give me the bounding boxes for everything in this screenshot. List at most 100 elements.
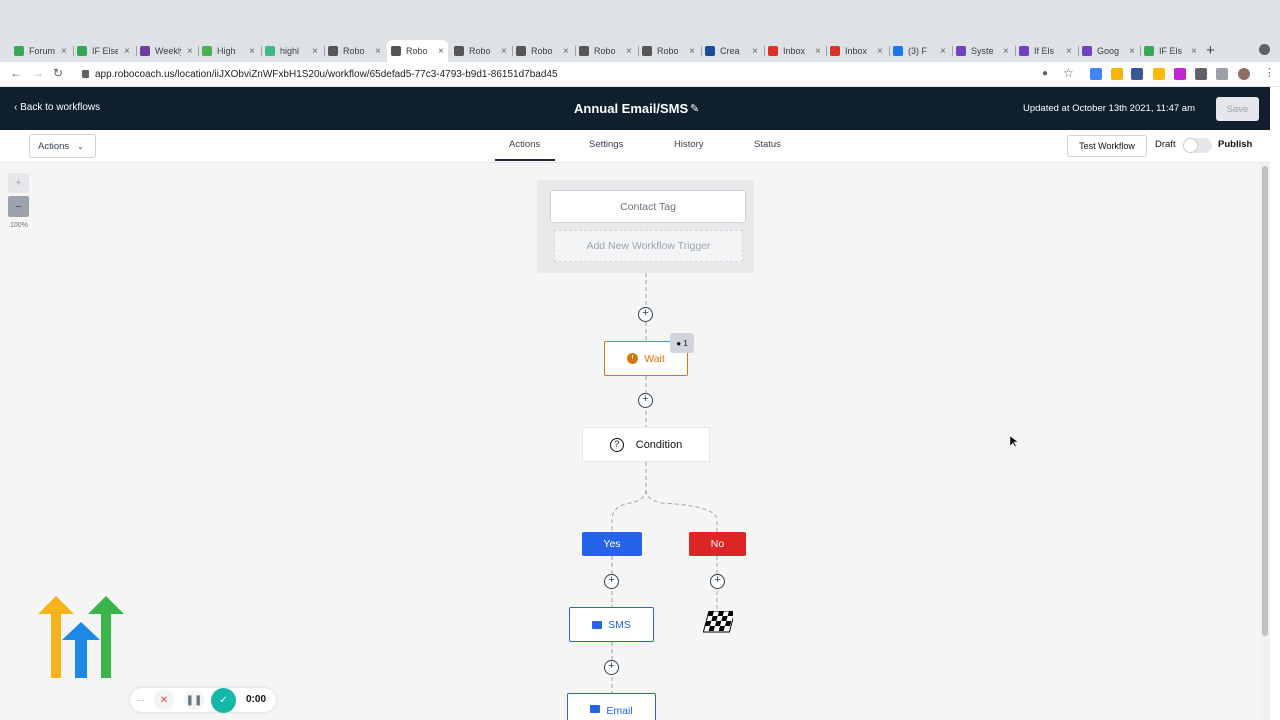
browser-tab[interactable]: Weekly × — [140, 42, 193, 60]
browser-tab[interactable]: Forum × — [14, 42, 67, 60]
reload-icon[interactable]: ↻ — [53, 66, 63, 80]
close-tab-icon[interactable]: × — [375, 46, 381, 57]
browser-tab[interactable]: IF Else × — [77, 42, 130, 60]
tab-title: Goog — [1097, 46, 1120, 56]
browser-tab[interactable]: Robo × — [328, 42, 381, 60]
browser-menu-icon[interactable]: ⋮ — [1264, 66, 1275, 79]
add-action-plus-icon[interactable]: + — [604, 660, 619, 675]
tab-title: Robo — [406, 46, 428, 56]
tab-favicon-icon — [1019, 46, 1029, 56]
pause-icon[interactable]: ❚❚ — [184, 690, 204, 710]
tab-separator — [952, 46, 953, 56]
tab-favicon-icon — [328, 46, 338, 56]
finish-recording-check-icon[interactable]: ✓ — [211, 688, 236, 713]
add-workflow-trigger-button[interactable]: Add New Workflow Trigger — [554, 230, 743, 262]
tab-favicon-icon — [893, 46, 903, 56]
back-to-workflows-link[interactable]: ‹ Back to workflows — [14, 102, 100, 113]
mic-icon[interactable]: ● — [1042, 68, 1048, 79]
browser-tab[interactable]: Goog × — [1082, 42, 1135, 60]
zoom-in-button[interactable]: + — [8, 173, 29, 193]
add-action-plus-icon[interactable]: + — [604, 574, 619, 589]
browser-tab[interactable]: Inbox × — [768, 42, 821, 60]
close-tab-icon[interactable]: × — [1191, 46, 1197, 57]
tab-title: High — [217, 46, 236, 56]
close-tab-icon[interactable]: × — [501, 46, 507, 57]
close-tab-icon[interactable]: × — [1066, 46, 1072, 57]
tab-search-icon[interactable] — [1259, 44, 1270, 55]
tab-settings[interactable]: Settings — [589, 139, 623, 150]
close-tab-icon[interactable]: × — [815, 46, 821, 57]
condition-step[interactable]: ? Condition — [582, 427, 710, 462]
close-tab-icon[interactable]: × — [689, 46, 695, 57]
zoom-out-button[interactable]: − — [8, 196, 29, 217]
close-tab-icon[interactable]: × — [61, 46, 67, 57]
close-tab-icon[interactable]: × — [438, 46, 444, 57]
cancel-recording-icon[interactable]: ✕ — [154, 690, 174, 710]
contact-tag-trigger[interactable]: Contact Tag — [550, 190, 746, 223]
close-tab-icon[interactable]: × — [124, 46, 130, 57]
browser-tab[interactable]: Syste × — [956, 42, 1009, 60]
browser-tab[interactable]: Robo × — [454, 42, 507, 60]
sms-label: SMS — [608, 618, 631, 631]
extension-icon[interactable] — [1111, 68, 1123, 80]
profile-avatar[interactable] — [1238, 68, 1250, 80]
browser-tab[interactable]: High × — [202, 42, 255, 60]
url-field[interactable]: app.robocoach.us/location/iiJXObviZnWFxb… — [95, 69, 558, 80]
browser-tab[interactable]: If Els × — [1019, 42, 1072, 60]
browser-tab[interactable]: Robo × — [387, 40, 448, 62]
extension-icon[interactable] — [1090, 68, 1102, 80]
close-tab-icon[interactable]: × — [249, 46, 255, 57]
close-tab-icon[interactable]: × — [312, 46, 318, 57]
tab-favicon-icon — [579, 46, 589, 56]
tab-actions[interactable]: Actions — [509, 139, 540, 150]
browser-tab[interactable]: Robo × — [579, 42, 632, 60]
tab-separator — [1078, 46, 1079, 56]
extension-icon[interactable] — [1195, 68, 1207, 80]
close-tab-icon[interactable]: × — [940, 46, 946, 57]
tab-status[interactable]: Status — [754, 139, 781, 150]
back-arrow-icon[interactable]: ← — [10, 66, 22, 80]
bookmark-star-icon[interactable]: ☆ — [1063, 66, 1074, 80]
add-action-plus-icon[interactable]: + — [638, 307, 653, 322]
scrollbar-thumb[interactable] — [1262, 166, 1268, 636]
tab-title: Forum — [29, 46, 55, 56]
test-workflow-button[interactable]: Test Workflow — [1067, 135, 1147, 157]
close-tab-icon[interactable]: × — [752, 46, 758, 57]
extension-icon[interactable] — [1153, 68, 1165, 80]
browser-tab[interactable]: IF Els × — [1144, 42, 1197, 60]
no-branch-label[interactable]: No — [689, 532, 746, 556]
email-step[interactable]: Email — [567, 693, 656, 720]
extension-icon[interactable] — [1174, 68, 1186, 80]
publish-toggle[interactable] — [1183, 138, 1212, 153]
add-action-plus-icon[interactable]: + — [638, 393, 653, 408]
tab-history[interactable]: History — [674, 139, 704, 150]
close-tab-icon[interactable]: × — [187, 46, 193, 57]
more-options-icon[interactable]: ··· — [131, 690, 151, 710]
close-tab-icon[interactable]: × — [1003, 46, 1009, 57]
close-tab-icon[interactable]: × — [563, 46, 569, 57]
new-tab-button[interactable]: + — [1206, 42, 1215, 59]
tab-separator — [638, 46, 639, 56]
brand-logo — [38, 596, 124, 678]
question-icon: ? — [609, 437, 624, 452]
close-tab-icon[interactable]: × — [626, 46, 632, 57]
browser-tab[interactable]: (3) F × — [893, 42, 946, 60]
forward-arrow-icon[interactable]: → — [32, 66, 44, 80]
puzzle-extensions-icon[interactable] — [1216, 68, 1228, 80]
yes-branch-label[interactable]: Yes — [582, 532, 642, 556]
close-tab-icon[interactable]: × — [1129, 46, 1135, 57]
browser-tab[interactable]: Inbox × — [830, 42, 883, 60]
contact-count-badge[interactable]: ● 1 — [670, 333, 694, 353]
browser-tab[interactable]: Robo × — [516, 42, 569, 60]
browser-tab[interactable]: Crea × — [705, 42, 758, 60]
add-action-plus-icon[interactable]: + — [710, 574, 725, 589]
save-button[interactable]: Save — [1216, 97, 1259, 121]
close-tab-icon[interactable]: × — [877, 46, 883, 57]
actions-dropdown[interactable]: Actions ⌄ — [29, 134, 96, 158]
browser-tab[interactable]: highl × — [265, 42, 318, 60]
sms-step[interactable]: SMS — [569, 607, 654, 642]
facebook-extension-icon[interactable] — [1131, 68, 1143, 80]
zoom-level: 100% — [10, 222, 28, 229]
pencil-icon[interactable]: ✎ — [690, 102, 699, 115]
browser-tab[interactable]: Robo × — [642, 42, 695, 60]
